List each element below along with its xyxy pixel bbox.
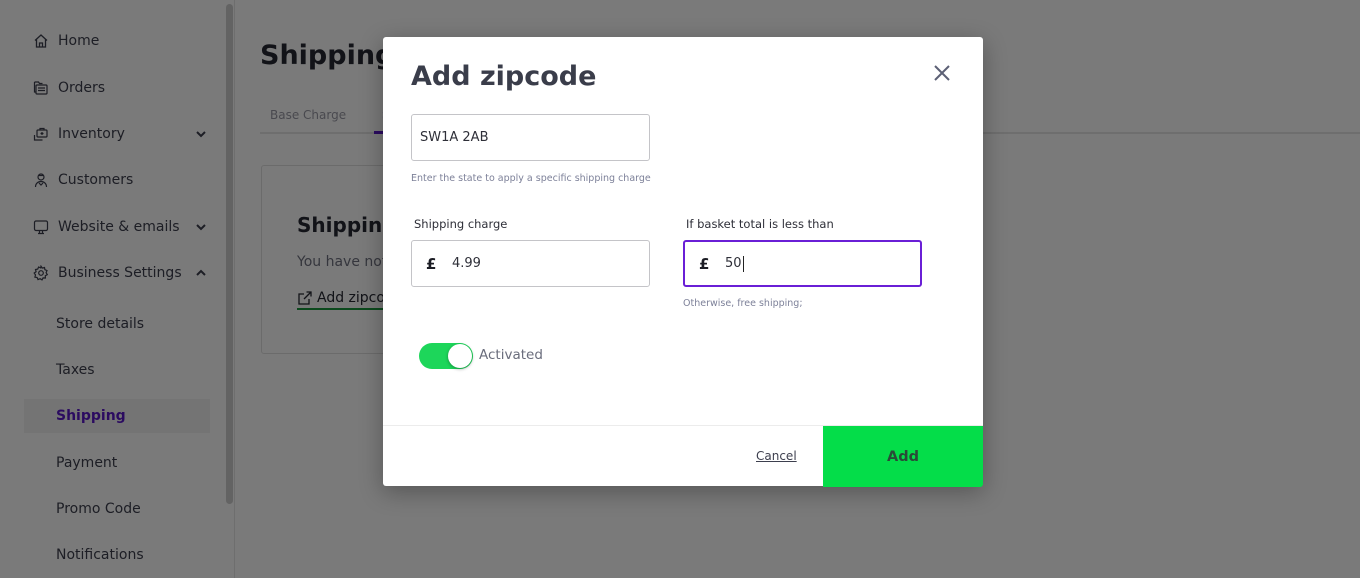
modal-title: Add zipcode xyxy=(411,61,597,92)
zipcode-input[interactable]: SW1A 2AB xyxy=(411,114,650,161)
shipping-charge-value: 4.99 xyxy=(452,256,481,271)
cancel-button[interactable]: Cancel xyxy=(756,449,797,463)
shipping-charge-label: Shipping charge xyxy=(414,217,508,231)
add-zipcode-modal: Add zipcode SW1A 2AB Enter the state to … xyxy=(383,37,983,487)
toggle-knob xyxy=(448,344,472,368)
close-button[interactable] xyxy=(931,62,953,84)
pound-icon: £ xyxy=(699,254,710,273)
basket-threshold-input[interactable]: £ 50 xyxy=(683,240,922,287)
activated-label: Activated xyxy=(479,347,543,363)
basket-threshold-label: If basket total is less than xyxy=(686,217,834,231)
activated-toggle[interactable] xyxy=(419,343,473,369)
basket-threshold-value: 50 xyxy=(725,256,742,271)
zipcode-hint: Enter the state to apply a specific ship… xyxy=(411,173,651,184)
zipcode-value: SW1A 2AB xyxy=(420,130,489,145)
pound-icon: £ xyxy=(426,254,437,273)
basket-threshold-hint: Otherwise, free shipping; xyxy=(683,298,803,309)
modal-footer: Cancel Add xyxy=(383,425,983,487)
shipping-charge-input[interactable]: £ 4.99 xyxy=(411,240,650,287)
close-icon xyxy=(934,65,950,81)
text-cursor xyxy=(742,255,744,272)
add-button[interactable]: Add xyxy=(823,426,983,487)
